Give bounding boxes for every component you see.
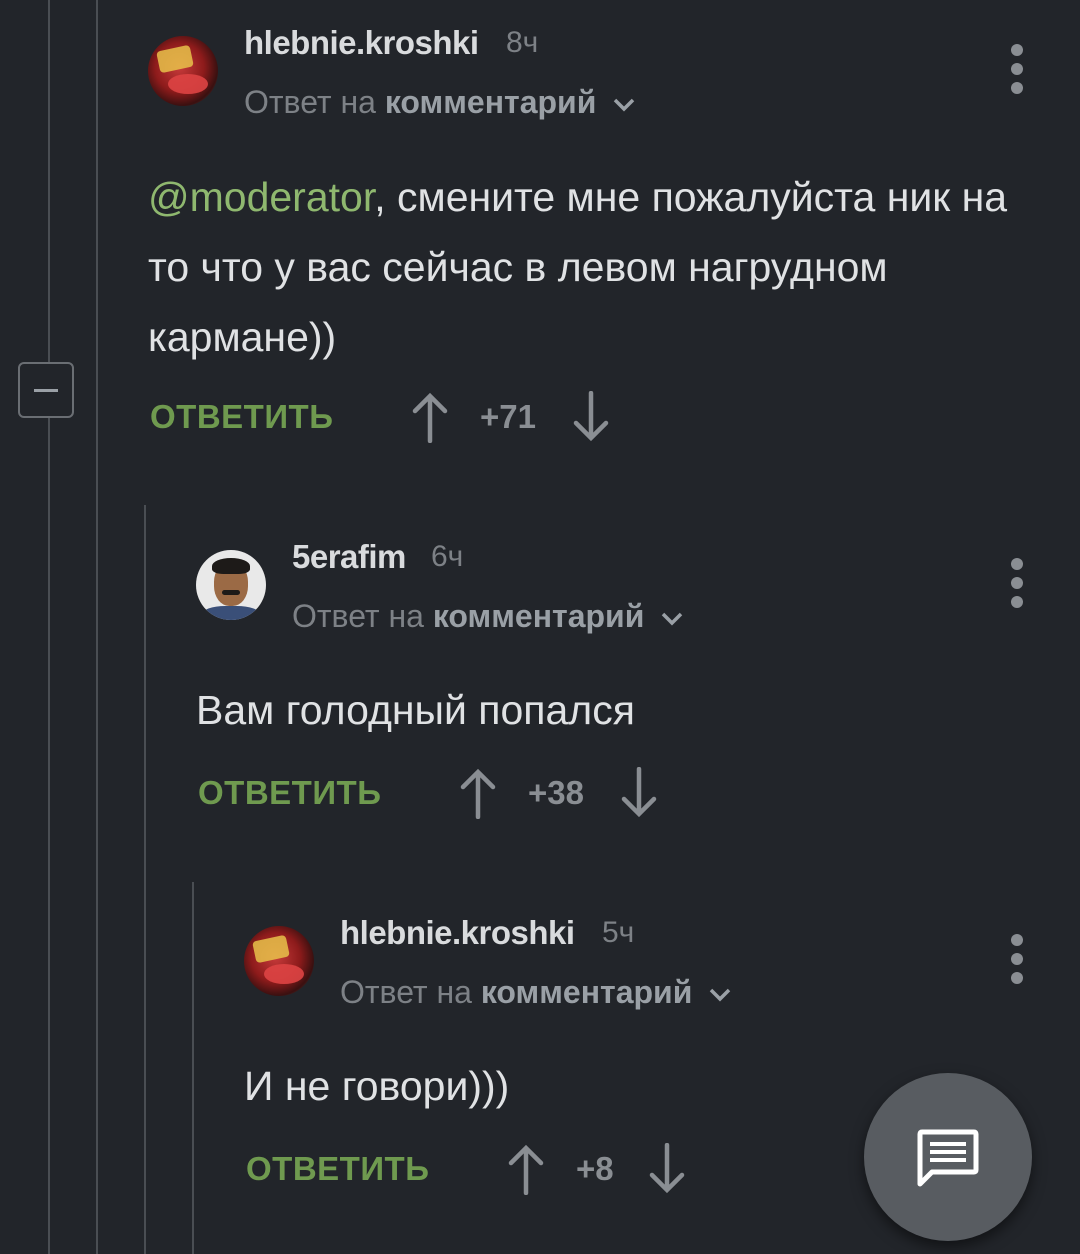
- avatar[interactable]: [148, 36, 218, 106]
- reply-to-link[interactable]: Ответ на комментарий: [292, 598, 683, 635]
- comment-text: И не говори))): [244, 1063, 510, 1109]
- thread-line: [48, 0, 50, 1254]
- comment-text: Вам голодный попался: [196, 687, 635, 733]
- avatar[interactable]: [244, 926, 314, 996]
- upvote-arrow-icon[interactable]: [506, 1143, 546, 1195]
- reply-to-link[interactable]: Ответ на комментарий: [340, 974, 731, 1011]
- score: +8: [576, 1150, 614, 1187]
- thread-line: [144, 505, 146, 1254]
- reply-prefix: Ответ на: [244, 84, 376, 120]
- timestamp: 5ч: [602, 916, 635, 949]
- mention-link[interactable]: @moderator: [148, 174, 374, 220]
- thread-line: [96, 0, 98, 1254]
- reply-button[interactable]: ОТВЕТИТЬ: [198, 774, 381, 812]
- more-options-icon[interactable]: [1005, 44, 1029, 94]
- chevron-down-icon: [614, 98, 635, 112]
- reply-target: комментарий: [384, 84, 597, 120]
- username[interactable]: hlebnie.kroshki: [244, 24, 479, 62]
- username[interactable]: 5erafim: [292, 538, 406, 576]
- timestamp: 6ч: [431, 540, 464, 573]
- upvote-arrow-icon[interactable]: [410, 391, 450, 443]
- reply-to-link[interactable]: Ответ на комментарий: [244, 84, 635, 121]
- collapse-thread-button[interactable]: [18, 362, 74, 418]
- reply-target: комментарий: [480, 974, 693, 1010]
- more-options-icon[interactable]: [1005, 558, 1029, 608]
- write-comment-button[interactable]: [864, 1073, 1032, 1241]
- reply-button[interactable]: ОТВЕТИТЬ: [150, 398, 333, 436]
- chevron-down-icon: [710, 988, 731, 1002]
- chevron-down-icon: [662, 612, 683, 626]
- reply-prefix: Ответ на: [340, 974, 472, 1010]
- score: +71: [480, 398, 536, 435]
- score: +38: [528, 774, 584, 811]
- comment-icon: [917, 1129, 979, 1187]
- upvote-arrow-icon[interactable]: [458, 767, 498, 819]
- more-options-icon[interactable]: [1005, 934, 1029, 984]
- username[interactable]: hlebnie.kroshki: [340, 914, 575, 952]
- avatar[interactable]: [196, 550, 266, 620]
- downvote-arrow-icon[interactable]: [619, 767, 659, 819]
- downvote-arrow-icon[interactable]: [571, 391, 611, 443]
- timestamp: 8ч: [506, 26, 539, 59]
- reply-target: комментарий: [432, 598, 645, 634]
- thread-line: [192, 882, 194, 1254]
- comment-text: @moderator, смените мне пожалуйста ник н…: [148, 162, 1028, 372]
- downvote-arrow-icon[interactable]: [647, 1143, 687, 1195]
- reply-button[interactable]: ОТВЕТИТЬ: [246, 1150, 429, 1188]
- reply-prefix: Ответ на: [292, 598, 424, 634]
